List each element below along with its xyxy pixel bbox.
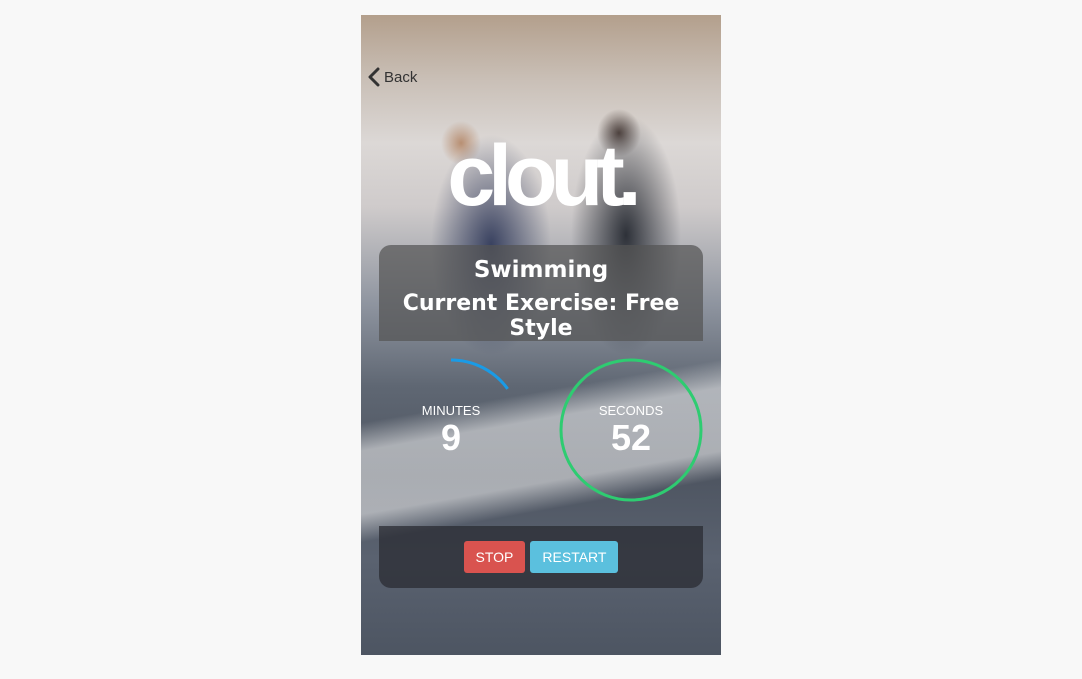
clout-logo: clout. [447,128,641,224]
timer-controls: STOP RESTART [379,526,703,588]
current-exercise: Current Exercise: Free Style [402,291,680,341]
minutes-label: MINUTES [421,403,481,418]
restart-button[interactable]: RESTART [530,541,619,573]
back-button[interactable]: Back [367,67,417,87]
stop-button[interactable]: STOP [463,541,526,573]
sport-title: Swimming [473,257,609,283]
minutes-value: 9 [440,417,462,458]
app-screen: Back clout. Swimming Current Exercise: F… [361,15,721,655]
chevron-left-icon [368,67,380,87]
minutes-timer: MINUTES 9 [376,355,526,505]
seconds-value: 52 [610,417,652,458]
seconds-label: SECONDS [598,403,664,418]
back-label: Back [384,68,418,86]
seconds-timer: SECONDS 52 [556,355,706,505]
workout-info-panel: Swimming Current Exercise: Free Style [379,245,703,341]
